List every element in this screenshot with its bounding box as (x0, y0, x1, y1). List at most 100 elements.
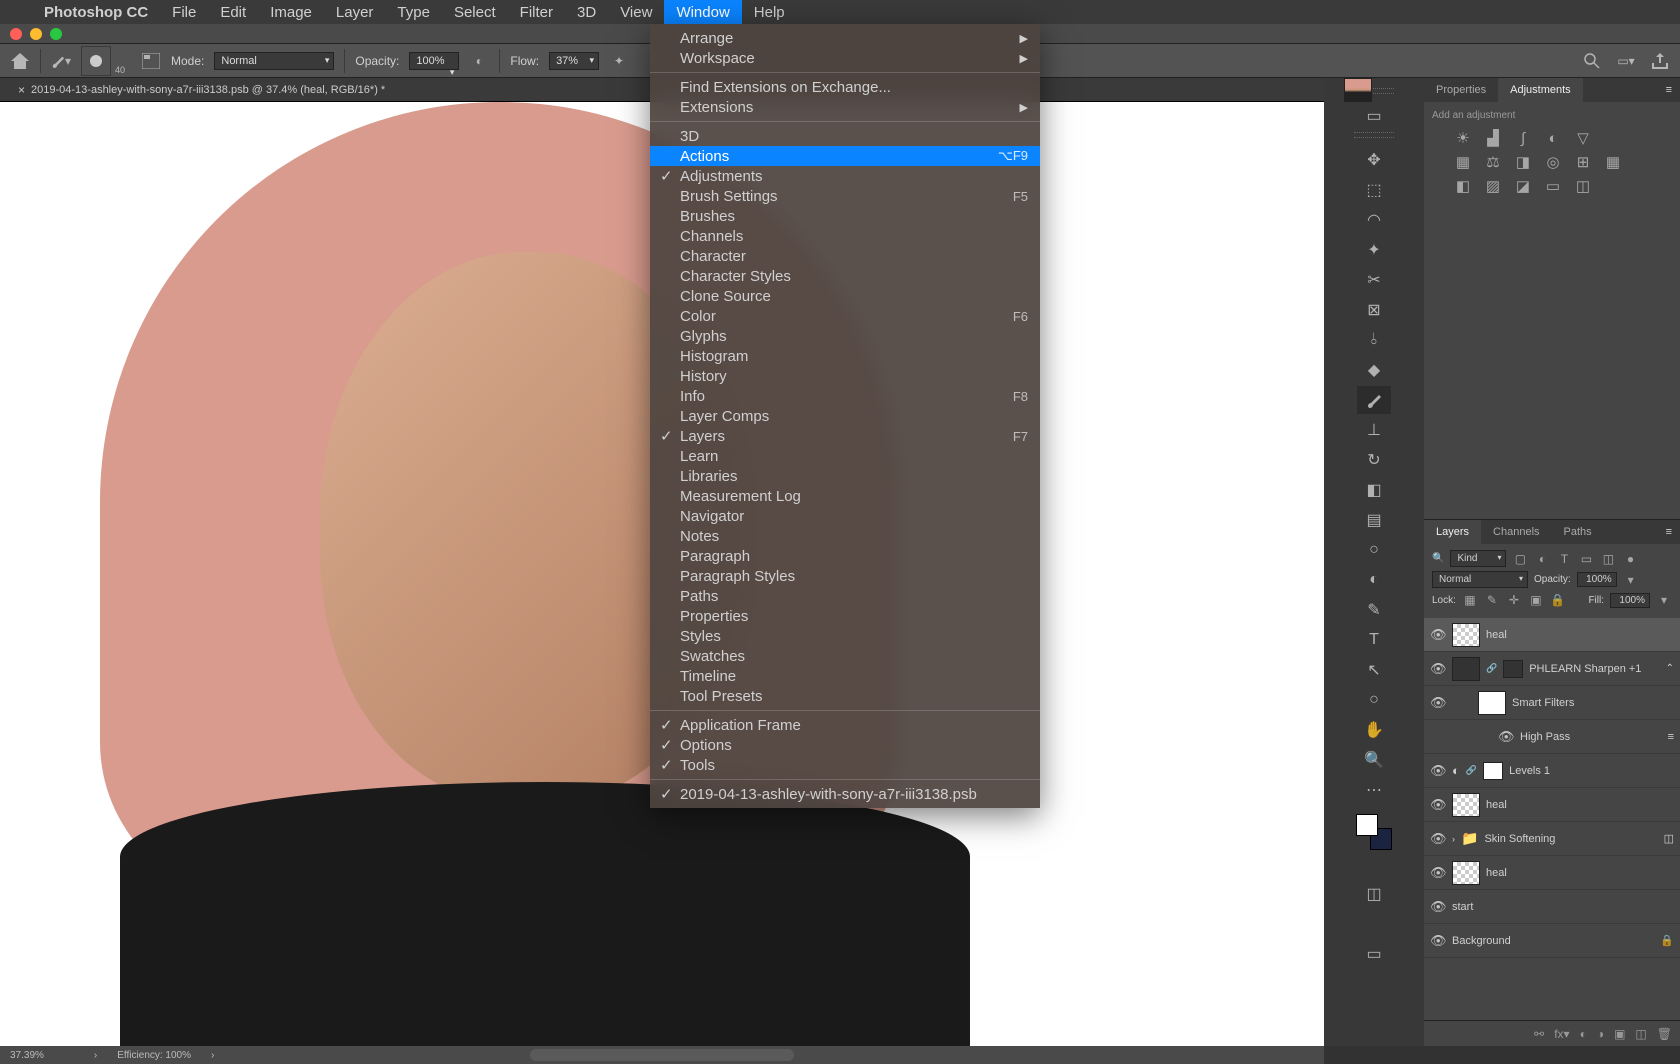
opacity-value[interactable]: 100% (409, 52, 459, 70)
menu-item-learn[interactable]: Learn (650, 446, 1040, 466)
history-panel-icon[interactable]: ▭ (1357, 102, 1391, 130)
dodge-tool-icon[interactable]: ◐ (1357, 566, 1391, 594)
menu-item-tool-presets[interactable]: Tool Presets (650, 686, 1040, 706)
crop-tool-icon[interactable]: ✂ (1357, 266, 1391, 294)
layer-row[interactable]: 👁 heal (1424, 618, 1680, 652)
visibility-icon[interactable]: 👁 (1430, 797, 1446, 813)
tab-channels[interactable]: Channels (1481, 520, 1551, 544)
fx-icon[interactable]: fx▾ (1554, 1027, 1569, 1041)
menu-item-brushes[interactable]: Brushes (650, 206, 1040, 226)
marquee-tool-icon[interactable]: ⬚ (1357, 176, 1391, 204)
history-brush-icon[interactable]: ↻ (1357, 446, 1391, 474)
layer-thumbnail[interactable] (1452, 657, 1480, 681)
lock-pixels-icon[interactable]: ✎ (1484, 592, 1500, 608)
lasso-tool-icon[interactable]: ◠ (1357, 206, 1391, 234)
blur-tool-icon[interactable]: ○ (1357, 536, 1391, 564)
layer-row[interactable]: 👁start (1424, 890, 1680, 924)
menu-item-find-extensions-on-exchange-[interactable]: Find Extensions on Exchange... (650, 77, 1040, 97)
selective-icon[interactable]: ◫ (1574, 177, 1592, 195)
menu-item-application-frame[interactable]: ✓Application Frame (650, 715, 1040, 735)
visibility-icon[interactable]: 👁 (1430, 627, 1446, 643)
grip-icon[interactable] (1354, 132, 1394, 138)
menu-help[interactable]: Help (742, 0, 797, 24)
layer-thumbnail[interactable] (1452, 623, 1480, 647)
visibility-icon[interactable]: 👁 (1430, 763, 1446, 779)
menu-select[interactable]: Select (442, 0, 508, 24)
healing-tool-icon[interactable]: ◆ (1357, 356, 1391, 384)
chevron-down-icon[interactable]: ▾ (1656, 592, 1672, 608)
quickmask-icon[interactable]: ◫ (1357, 880, 1391, 908)
layer-row[interactable]: 👁heal (1424, 788, 1680, 822)
hscroll[interactable] (530, 1049, 795, 1061)
invert-icon[interactable]: ◧ (1454, 177, 1472, 195)
screenmode-icon[interactable]: ▭ (1357, 940, 1391, 968)
menu-item-timeline[interactable]: Timeline (650, 666, 1040, 686)
menu-item-layers[interactable]: ✓LayersF7 (650, 426, 1040, 446)
layer-name[interactable]: Background (1452, 935, 1654, 947)
trash-icon[interactable]: 🗑 (1657, 1027, 1672, 1041)
menu-item-paragraph[interactable]: Paragraph (650, 546, 1040, 566)
visibility-icon[interactable]: 👁 (1430, 661, 1446, 677)
chevron-right-icon[interactable]: › (94, 1050, 97, 1061)
search-icon[interactable] (1582, 51, 1602, 71)
menu-item-character-styles[interactable]: Character Styles (650, 266, 1040, 286)
visibility-icon[interactable]: 👁 (1498, 729, 1514, 745)
shape-tool-icon[interactable]: ○ (1357, 686, 1391, 714)
mask-thumbnail[interactable] (1483, 762, 1503, 780)
menu-filter[interactable]: Filter (508, 0, 565, 24)
menu-item-channels[interactable]: Channels (650, 226, 1040, 246)
brush-tool-icon[interactable] (1357, 386, 1391, 414)
panel-menu-icon[interactable]: ≡ (1658, 78, 1680, 102)
layer-name[interactable]: heal (1486, 629, 1674, 641)
menu-item-swatches[interactable]: Swatches (650, 646, 1040, 666)
adj-layer-icon[interactable]: ◑ (1597, 1027, 1604, 1041)
layer-row[interactable]: 👁🔗PHLEARN Sharpen +1⌃ (1424, 652, 1680, 686)
doc-tab[interactable]: 2019-04-13-ashley-with-sony-a7r-iii3138.… (8, 79, 395, 101)
filter-pixel-icon[interactable]: ▢ (1512, 551, 1528, 567)
hue-icon[interactable]: ▦ (1454, 153, 1472, 171)
menu-item-tools[interactable]: ✓Tools (650, 755, 1040, 775)
layer-row[interactable]: 👁heal (1424, 856, 1680, 890)
hand-tool-icon[interactable]: ✋ (1357, 716, 1391, 744)
vibrance-icon[interactable]: ▽ (1574, 129, 1592, 147)
layer-name[interactable]: start (1452, 901, 1674, 913)
minimize-window-icon[interactable] (30, 28, 42, 40)
menu-item-properties[interactable]: Properties (650, 606, 1040, 626)
menu-item-2019-04-13-ashley-with-sony-a7r-iii3138-psb[interactable]: ✓2019-04-13-ashley-with-sony-a7r-iii3138… (650, 784, 1040, 804)
menu-item-actions[interactable]: Actions⌥F9 (650, 146, 1040, 166)
menu-item-navigator[interactable]: Navigator (650, 506, 1040, 526)
layer-fill-value[interactable]: 100% (1610, 593, 1650, 608)
visibility-icon[interactable]: 👁 (1430, 865, 1446, 881)
brush-tool-icon[interactable]: ▾ (51, 51, 71, 71)
share-icon[interactable] (1650, 51, 1670, 71)
menu-item-brush-settings[interactable]: Brush SettingsF5 (650, 186, 1040, 206)
curves-icon[interactable]: ∫ (1514, 129, 1532, 147)
lock-artb-icon[interactable]: ▣ (1528, 592, 1544, 608)
layer-row[interactable]: 👁◐🔗Levels 1 (1424, 754, 1680, 788)
lock-all-icon[interactable]: 🔒 (1550, 592, 1566, 608)
pen-tool-icon[interactable]: ✎ (1357, 596, 1391, 624)
filter-toggle-icon[interactable]: ● (1622, 551, 1638, 567)
layer-opacity-value[interactable]: 100% (1577, 572, 1617, 587)
menu-item-adjustments[interactable]: ✓Adjustments (650, 166, 1040, 186)
layer-row[interactable]: 👁Smart Filters (1424, 686, 1680, 720)
gradmap-icon[interactable]: ▭ (1544, 177, 1562, 195)
menu-3d[interactable]: 3D (565, 0, 608, 24)
posterize-icon[interactable]: ▨ (1484, 177, 1502, 195)
menu-item-notes[interactable]: Notes (650, 526, 1040, 546)
menu-item-measurement-log[interactable]: Measurement Log (650, 486, 1040, 506)
tab-adjustments[interactable]: Adjustments (1498, 78, 1583, 102)
panel-menu-icon[interactable]: ≡ (1658, 520, 1680, 544)
link-icon[interactable]: ⚯ (1534, 1027, 1544, 1041)
app-name[interactable]: Photoshop CC (32, 4, 160, 21)
flow-value[interactable]: 37% (549, 52, 599, 70)
zoom-window-icon[interactable] (50, 28, 62, 40)
mask-icon[interactable]: ◐ (1580, 1027, 1587, 1041)
menu-item-styles[interactable]: Styles (650, 626, 1040, 646)
lut-icon[interactable]: ▦ (1604, 153, 1622, 171)
mode-select[interactable]: Normal (214, 52, 334, 70)
menu-window[interactable]: Window (664, 0, 741, 24)
layer-name[interactable]: Skin Softening (1484, 833, 1657, 845)
visibility-icon[interactable]: 👁 (1430, 831, 1446, 847)
group-icon[interactable]: ▣ (1614, 1027, 1625, 1041)
